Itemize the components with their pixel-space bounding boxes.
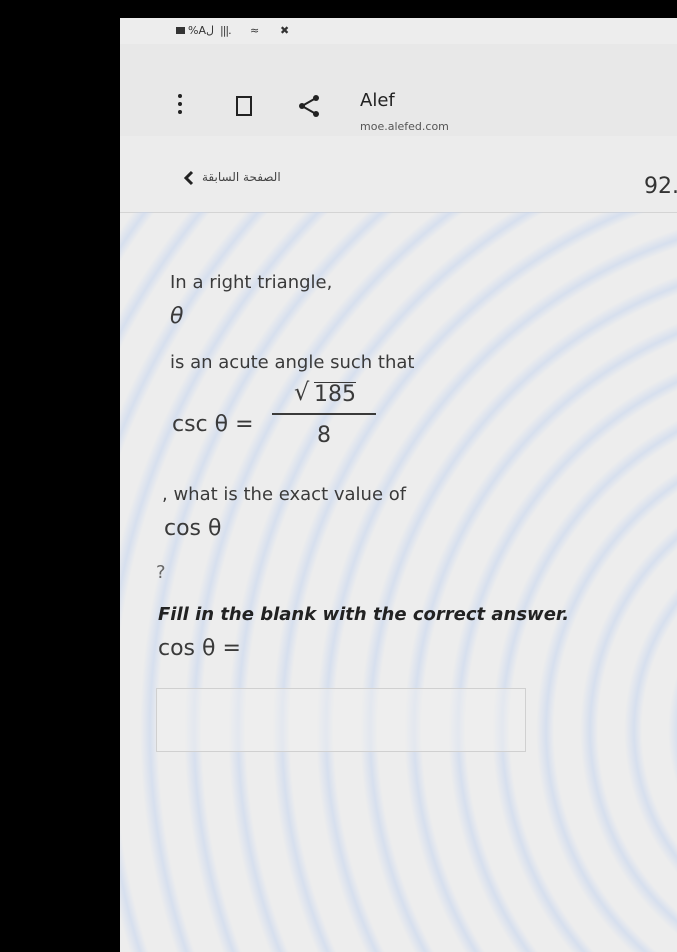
chevron-left-icon[interactable] [184, 170, 194, 186]
theta-symbol: θ [170, 304, 184, 329]
menu-dots-icon[interactable] [178, 94, 184, 118]
share-icon[interactable] [298, 94, 320, 118]
fraction-denominator: 8 [317, 423, 331, 448]
answer-label: cos θ = [158, 636, 241, 661]
fraction-bar [272, 413, 376, 415]
radical-bar [314, 382, 356, 383]
sqrt-icon: √ [294, 378, 310, 406]
site-title: Alef [360, 90, 395, 111]
battery-percent: %Aل [188, 24, 214, 37]
fraction-numerator: √ 185 [292, 378, 356, 407]
bookmark-icon[interactable] [236, 96, 252, 116]
device-screen: %Aل |||. ≈ ✖ Alef moe.alefed.com الصفحة … [120, 18, 677, 952]
given-lhs: csc θ = [172, 412, 254, 437]
signal-icon: |||. [220, 24, 232, 37]
question-nav: الصفحة السابقة 92. [120, 136, 677, 213]
question-line-2: is an acute angle such that [170, 352, 415, 373]
numerator-value: 185 [314, 382, 356, 407]
target-expression: cos θ [164, 516, 222, 541]
question-number: 92. [644, 174, 677, 199]
battery-icon [176, 27, 185, 34]
site-url[interactable]: moe.alefed.com [360, 120, 449, 133]
question-line-1: In a right triangle, [170, 272, 333, 293]
question-content: In a right triangle, θ is an acute angle… [120, 212, 677, 952]
status-bar: %Aل |||. ≈ ✖ [120, 18, 677, 44]
browser-toolbar: Alef moe.alefed.com [120, 44, 677, 137]
mute-icon: ✖ [280, 24, 290, 37]
instruction-text: Fill in the blank with the correct answe… [158, 604, 570, 625]
previous-page-link[interactable]: الصفحة السابقة [202, 170, 281, 184]
given-fraction: √ 185 8 [272, 378, 376, 448]
question-mark: ? [156, 562, 166, 583]
question-line-3: , what is the exact value of [162, 484, 407, 505]
wifi-icon: ≈ [250, 24, 260, 37]
answer-input[interactable] [156, 688, 526, 752]
